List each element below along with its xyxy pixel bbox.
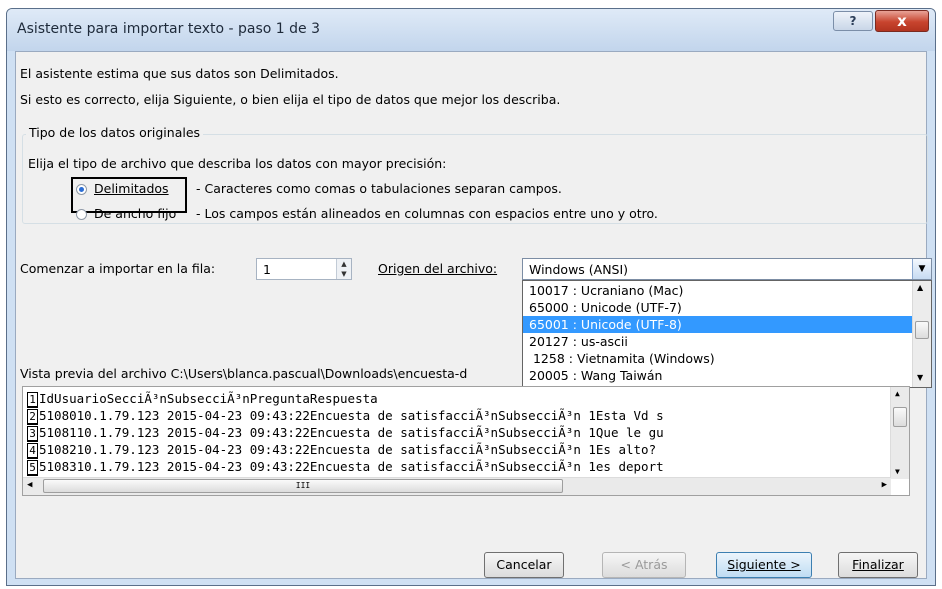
data-type-group-label: Tipo de los datos originales xyxy=(26,125,204,140)
preview-hscroll-thumb[interactable]: III xyxy=(43,479,563,493)
row-text: 5108310.1.79.123 2015-04-23 09:43:22Encu… xyxy=(39,459,664,474)
row-number: 2 xyxy=(27,408,38,425)
intro-line-2: Si esto es correcto, elija Siguiente, o … xyxy=(20,92,561,107)
radio-fixed-width[interactable] xyxy=(76,209,87,220)
title-bar[interactable]: Asistente para importar texto - paso 1 d… xyxy=(7,9,935,51)
preview-row: 2 5108010.1.79.123 2015-04-23 09:43:22Enc… xyxy=(27,408,664,425)
scroll-left-icon[interactable]: ◀ xyxy=(27,480,32,490)
origin-option[interactable]: 65000 : Unicode (UTF-7) xyxy=(523,299,913,316)
close-button[interactable]: x xyxy=(875,10,929,32)
preview-row: 5 5108310.1.79.123 2015-04-23 09:43:22Enc… xyxy=(27,459,664,476)
import-wizard-window: Asistente para importar texto - paso 1 d… xyxy=(6,8,936,586)
origin-option[interactable]: 1258 : Vietnamita (Windows) xyxy=(523,350,913,367)
cancel-button-label: Cancelar xyxy=(496,557,552,572)
origin-dropdown-list: 10017 : Ucraniano (Mac) 65000 : Unicode … xyxy=(522,280,932,388)
cancel-button[interactable]: Cancelar xyxy=(484,552,564,578)
dropdown-scroll-thumb[interactable] xyxy=(915,321,929,339)
finish-button-label: Finalizar xyxy=(852,557,904,572)
preview-vscroll-thumb[interactable] xyxy=(893,407,907,427)
scroll-right-icon[interactable]: ▶ xyxy=(882,480,887,490)
preview-row: 4 5108210.1.79.123 2015-04-23 09:43:22Enc… xyxy=(27,442,657,459)
origin-option[interactable]: 10017 : Ucraniano (Mac) xyxy=(523,282,913,299)
scroll-grip: III xyxy=(295,481,311,490)
preview-vertical-scrollbar[interactable]: ▲ ▼ xyxy=(890,387,909,479)
close-icon: x xyxy=(897,12,907,30)
radio-fixed-width-description: - Los campos están alineados en columnas… xyxy=(196,206,658,221)
radio-fixed-width-label[interactable]: De ancho fijo xyxy=(94,206,176,221)
back-button[interactable]: < Atrás xyxy=(602,552,686,578)
row-text: 5108110.1.79.123 2015-04-23 09:43:22Encu… xyxy=(39,425,664,440)
start-row-value: 1 xyxy=(263,262,271,277)
preview-label: Vista previa del archivo C:\Users\blanca… xyxy=(20,366,468,381)
finish-button[interactable]: Finalizar xyxy=(838,552,918,578)
radio-delimited-label[interactable]: Delimitados xyxy=(94,181,169,196)
scroll-up-icon[interactable]: ▲ xyxy=(895,389,900,398)
dropdown-arrow-icon[interactable]: ▼ xyxy=(912,259,931,279)
help-icon: ? xyxy=(849,14,857,28)
data-type-prompt: Elija el tipo de archivo que describa lo… xyxy=(28,156,447,171)
scroll-down-icon[interactable]: ▼ xyxy=(895,467,900,476)
dropdown-scrollbar[interactable]: ▲ ▼ xyxy=(912,281,931,387)
back-button-label: < Atrás xyxy=(620,557,668,572)
origin-option[interactable]: 20005 : Wang Taiwán xyxy=(523,367,913,384)
preview-row: 1 IdUsuarioSecciÃ³nSubsecciÃ³nPreguntaRes… xyxy=(27,391,378,408)
origin-select-value: Windows (ANSI) xyxy=(529,262,629,277)
origin-select[interactable]: Windows (ANSI) ▼ xyxy=(522,258,932,280)
origin-label: Origen del archivo: xyxy=(378,261,498,276)
row-text: 5108010.1.79.123 2015-04-23 09:43:22Encu… xyxy=(39,408,664,423)
radio-delimited[interactable] xyxy=(76,184,87,195)
spin-icon[interactable]: ▲ ▼ xyxy=(336,259,351,279)
origin-option-selected[interactable]: 65001 : Unicode (UTF-8) xyxy=(523,316,913,333)
row-text: IdUsuarioSecciÃ³nSubsecciÃ³nPreguntaResp… xyxy=(39,391,378,406)
row-number: 5 xyxy=(27,459,38,476)
file-preview[interactable]: 1 IdUsuarioSecciÃ³nSubsecciÃ³nPreguntaRes… xyxy=(22,386,910,496)
row-text: 5108210.1.79.123 2015-04-23 09:43:22Encu… xyxy=(39,442,657,457)
preview-horizontal-scrollbar[interactable]: ◀ III ▶ xyxy=(23,477,891,495)
help-button[interactable]: ? xyxy=(833,11,873,31)
next-button[interactable]: Siguiente > xyxy=(716,552,812,578)
preview-row: 3 5108110.1.79.123 2015-04-23 09:43:22Enc… xyxy=(27,425,664,442)
scroll-up-icon[interactable]: ▲ xyxy=(917,283,923,292)
wizard-body: El asistente estima que sus datos son De… xyxy=(15,51,932,579)
row-number: 1 xyxy=(27,391,38,408)
start-row-stepper[interactable]: 1 ▲ ▼ xyxy=(256,258,352,280)
scroll-down-icon[interactable]: ▼ xyxy=(917,373,923,382)
start-row-label: Comenzar a importar en la fila: xyxy=(20,261,216,276)
row-number: 3 xyxy=(27,425,38,442)
intro-line-1: El asistente estima que sus datos son De… xyxy=(20,66,339,81)
window-title: Asistente para importar texto - paso 1 d… xyxy=(17,21,320,37)
next-button-label: Siguiente > xyxy=(727,557,801,572)
origin-option[interactable]: 20127 : us-ascii xyxy=(523,333,913,350)
row-number: 4 xyxy=(27,442,38,459)
radio-delimited-description: - Caracteres como comas o tabulaciones s… xyxy=(196,181,562,196)
